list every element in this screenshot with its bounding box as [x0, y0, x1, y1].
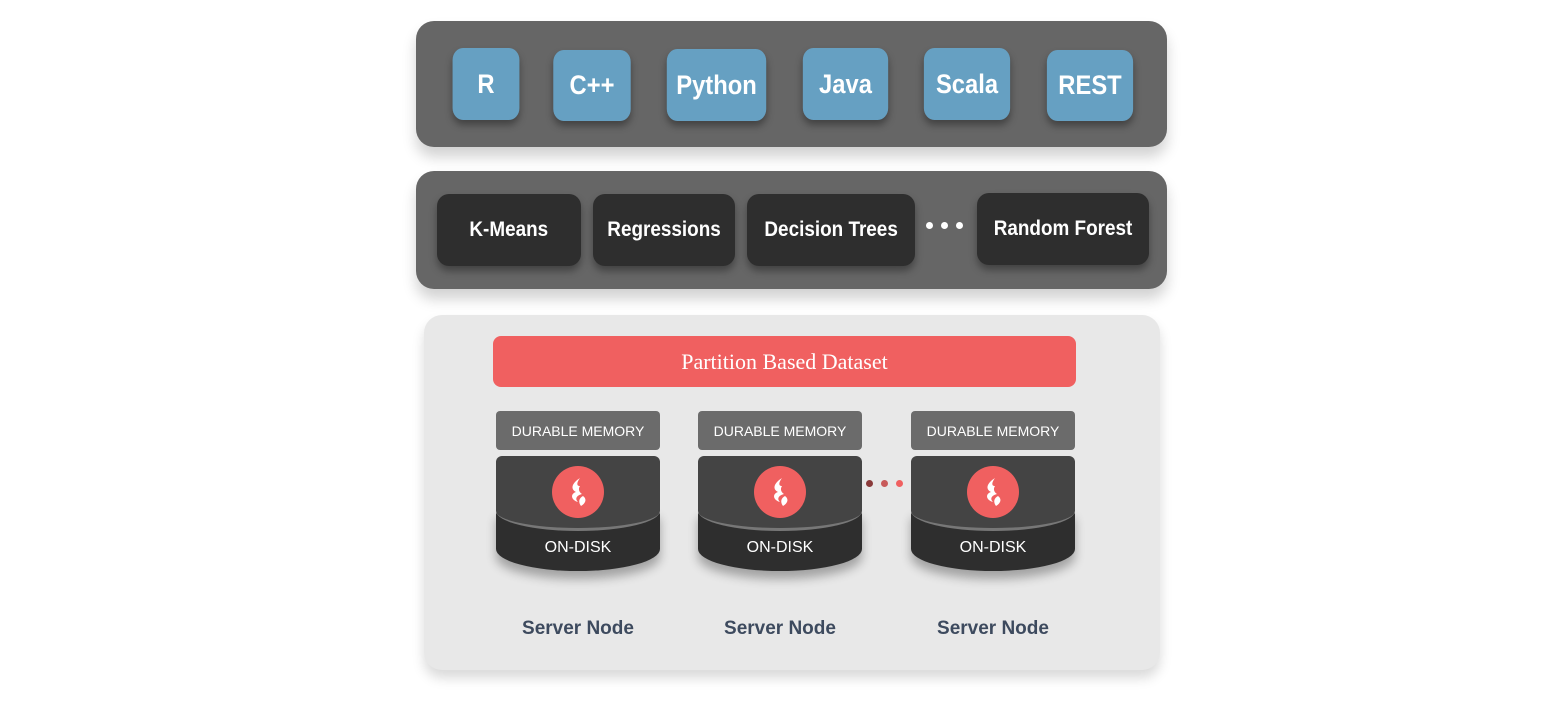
algo-decision-trees: Decision Trees [747, 194, 915, 266]
lang-r: R [452, 48, 520, 120]
server-node: ON-DISK DURABLE MEMORY Server Node [698, 411, 862, 651]
server-node: ON-DISK DURABLE MEMORY Server Node [911, 411, 1075, 651]
durable-memory-layer: DURABLE MEMORY [911, 411, 1075, 450]
algo-regressions: Regressions [593, 194, 735, 266]
lang-cpp: C++ [553, 50, 631, 121]
lang-scala: Scala [923, 48, 1011, 120]
flame-icon [552, 466, 604, 518]
algo-label: Regressions [607, 218, 721, 241]
lang-rest: REST [1046, 50, 1134, 121]
algo-kmeans: K-Means [437, 194, 581, 266]
server-node: ON-DISK DURABLE MEMORY Server Node [496, 411, 660, 651]
durable-memory-layer: DURABLE MEMORY [496, 411, 660, 450]
server-node-label: Server Node [937, 618, 1049, 639]
algo-random-forest: Random Forest [977, 193, 1149, 265]
algo-label: Decision Trees [764, 218, 898, 241]
durable-memory-layer: DURABLE MEMORY [698, 411, 862, 450]
server-node-label: Server Node [522, 618, 634, 639]
flame-icon [967, 466, 1019, 518]
lang-python: Python [666, 49, 767, 121]
algo-label: K-Means [469, 218, 549, 241]
server-node-label: Server Node [724, 618, 836, 639]
algo-label: Random Forest [993, 217, 1133, 240]
flame-icon [754, 466, 806, 518]
dataset-bar: Partition Based Dataset [493, 336, 1076, 387]
lang-java: Java [802, 48, 889, 120]
